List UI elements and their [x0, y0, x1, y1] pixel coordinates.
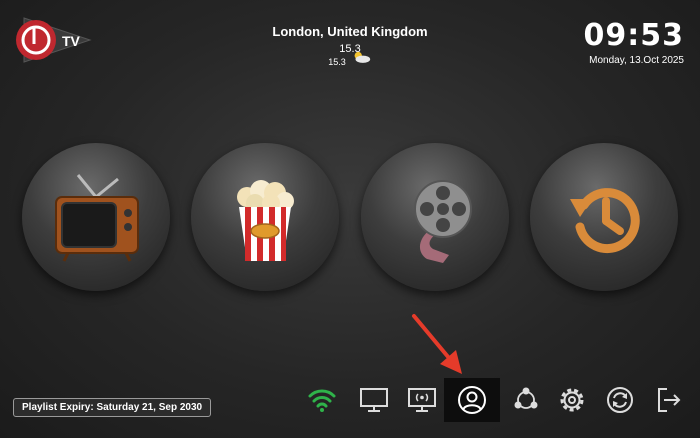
clock-widget: 09:53 Monday, 13.Oct 2025: [584, 18, 685, 66]
playlist-expiry-badge: Playlist Expiry: Saturday 21, Sep 2030: [13, 398, 212, 417]
app-logo: TV: [14, 14, 94, 66]
clock-date: Monday, 13.Oct 2025: [589, 55, 684, 66]
settings-icon: [560, 388, 584, 412]
catch-up-tile[interactable]: [530, 143, 678, 291]
wifi-icon: [308, 389, 336, 412]
logo-text: TV: [62, 33, 81, 49]
movies-tile[interactable]: [191, 143, 339, 291]
partly-cloudy-icon: [354, 51, 370, 63]
history-icon: [570, 188, 640, 254]
refresh-icon: [607, 387, 633, 413]
annotation-arrow-icon: [412, 314, 462, 374]
screen-button[interactable]: [352, 378, 396, 422]
multiscreen-button[interactable]: [400, 378, 444, 422]
network-icon: [514, 387, 538, 409]
film-reel-icon: [414, 180, 472, 263]
series-tile[interactable]: [361, 143, 509, 291]
cast-icon: [408, 388, 436, 412]
monitor-icon: [360, 388, 388, 412]
account-button[interactable]: [444, 378, 500, 422]
weather-widget: London, United Kingdom 15.3 15.3: [250, 24, 450, 67]
logout-icon: [658, 388, 681, 412]
refresh-button[interactable]: [598, 378, 642, 422]
live-tv-tile[interactable]: [22, 143, 170, 291]
bottom-toolbar: [300, 378, 700, 422]
settings-button[interactable]: [550, 378, 594, 422]
clock-time: 09:53: [583, 18, 684, 53]
network-button[interactable]: [504, 378, 548, 422]
wifi-status-button[interactable]: [300, 378, 344, 422]
tv-icon: [55, 174, 139, 262]
user-icon: [458, 386, 486, 414]
popcorn-icon: [237, 180, 294, 261]
weather-location: London, United Kingdom: [272, 24, 428, 39]
logout-button[interactable]: [646, 378, 690, 422]
weather-temperature-secondary: 15.3: [328, 57, 346, 67]
